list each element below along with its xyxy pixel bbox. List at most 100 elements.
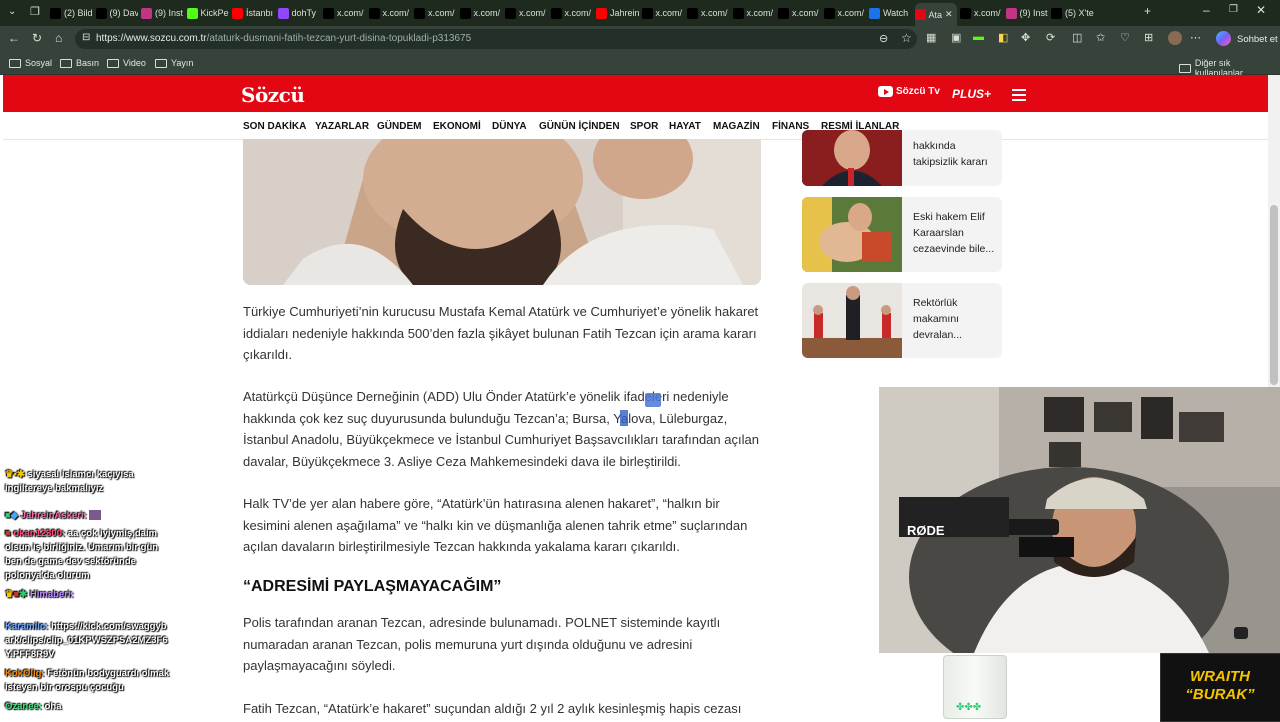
collections-icon[interactable]: ⊞ (1144, 31, 1153, 44)
profile-avatar[interactable] (1168, 31, 1182, 45)
instagram-icon (1005, 7, 1017, 19)
chat-message: Ozanee: oha (5, 700, 62, 714)
desk-cup: ✤✤✤ (943, 655, 1007, 719)
chat-message: Karamilc: https://kick.com/swaggybark/cl… (5, 620, 170, 662)
browser-tab[interactable]: x.com/ (550, 3, 594, 23)
browser-tab[interactable]: (9) Inst (141, 3, 184, 23)
extension-icon[interactable]: ▣ (951, 31, 961, 44)
youtube-icon (596, 7, 607, 19)
nav-item[interactable]: DÜNYA (492, 121, 527, 132)
extension-icon[interactable]: ▬ (973, 31, 984, 43)
browser-essentials-icon[interactable]: ♡ (1120, 31, 1130, 44)
tab-label: (9) Inst (155, 8, 184, 18)
extensions-puzzle-icon[interactable]: ⟳ (1046, 31, 1055, 44)
browser-tab[interactable]: (5) X'te (1051, 3, 1094, 23)
tab-label: Watch (883, 8, 909, 18)
related-news-card[interactable]: Rektörlük makamını devralan... (802, 283, 1002, 358)
extension-icon[interactable]: ✥ (1021, 31, 1030, 44)
article-paragraph: Atatürkçü Düşünce Derneğinin (ADD) Ulu Ö… (243, 389, 759, 469)
browser-tab[interactable]: x.com/ (414, 3, 457, 23)
folder-icon (155, 58, 167, 68)
related-news-card[interactable]: hakkında takipsizlik kararı (802, 130, 1002, 186)
browser-tab[interactable]: dohTy (277, 3, 321, 23)
tab-label: (9) Inst (1019, 8, 1048, 18)
browser-tab[interactable]: (9) Dav (95, 3, 138, 23)
tab-label: Ata (928, 9, 943, 20)
browser-tab[interactable]: x.com/ (823, 3, 867, 23)
reload-icon[interactable]: ↻ (32, 31, 42, 45)
favorite-star-icon[interactable]: ☆ (901, 31, 912, 45)
chat-username: KokOlig: (5, 668, 45, 679)
favorites-icon[interactable]: ✩ (1096, 31, 1105, 44)
browser-tab[interactable]: x.com/ (687, 3, 730, 23)
hamburger-menu-icon[interactable] (1012, 89, 1026, 104)
folder-icon (60, 58, 72, 68)
browser-tab[interactable]: Ata ✕ (914, 3, 957, 26)
twitch-icon (277, 7, 289, 19)
zoom-icon[interactable]: ⊖ (879, 32, 888, 45)
browser-tab[interactable]: Watch (869, 3, 912, 23)
workspaces-icon[interactable]: ❐ (30, 5, 40, 18)
browser-tab[interactable]: Jahrein (596, 3, 639, 23)
minimize-icon[interactable]: – (1203, 3, 1210, 17)
plus-link[interactable]: PLUS+ (952, 87, 991, 101)
browser-tab[interactable]: x.com/ (505, 3, 548, 23)
article-paragraph: Fatih Tezcan, “Atatürk’e hakaret” suçund… (243, 701, 742, 716)
brand-line-2: “BURAK” (1185, 686, 1255, 703)
browser-tab[interactable]: KickPe (186, 3, 230, 23)
nav-item[interactable]: YAZARLAR (315, 121, 369, 132)
close-window-icon[interactable]: ✕ (1256, 3, 1266, 17)
x-icon (1051, 7, 1062, 19)
nav-item[interactable]: MAGAZİN (713, 121, 760, 132)
browser-tab[interactable]: (9) Inst (1005, 3, 1049, 23)
news-title: hakkında takipsizlik kararı (913, 140, 988, 168)
extension-icon[interactable]: ◧ (998, 31, 1008, 44)
tab-search-chevron-icon[interactable]: ⌄ (8, 6, 16, 17)
bookmark-video[interactable]: Video (107, 58, 146, 68)
browser-tab[interactable]: (2) Bildi (50, 3, 93, 23)
chat-username: Himaberi: (29, 589, 74, 600)
nav-item[interactable]: GÜNDEM (377, 121, 421, 132)
back-icon[interactable]: ← (8, 31, 20, 45)
browser-tab[interactable]: x.com/ (641, 3, 685, 23)
more-menu-icon[interactable]: ⋯ (1190, 31, 1201, 44)
x-icon (960, 7, 971, 19)
extension-icon[interactable]: ▦ (926, 31, 936, 44)
nav-item[interactable]: SON DAKİKA (243, 121, 306, 132)
nav-item[interactable]: HAYAT (669, 121, 701, 132)
home-icon[interactable]: ⌂ (55, 31, 62, 45)
browser-tab[interactable]: x.com/ (323, 3, 366, 23)
browser-tab[interactable]: x.com/ (778, 3, 821, 23)
nav-item[interactable]: SPOR (630, 121, 658, 132)
split-screen-icon[interactable]: ◫ (1072, 31, 1082, 44)
copilot-icon[interactable] (1216, 31, 1231, 46)
new-tab-icon[interactable]: + (1144, 4, 1151, 18)
bookmark-label: Yayın (171, 58, 194, 68)
close-tab-icon[interactable]: ✕ (945, 9, 953, 20)
browser-tab[interactable]: İstanbı (232, 3, 275, 23)
x-icon (550, 7, 562, 19)
browser-tab[interactable]: x.com/ (732, 3, 776, 23)
tab-label: x.com/ (746, 8, 774, 18)
chat-text: oha (44, 701, 62, 712)
related-news-card[interactable]: Eski hakem Elif Karaarslan cezaevinde bi… (802, 197, 1002, 272)
copilot-chat-button[interactable]: Sohbet et (1237, 34, 1278, 45)
sozcu-tv-link[interactable]: Sözcü Tv (878, 86, 940, 97)
bookmark-sosyal[interactable]: Sosyal (9, 58, 52, 68)
bookmark-basin[interactable]: Basın (60, 58, 99, 68)
site-info-icon[interactable]: ⊟ (82, 32, 90, 43)
scrollbar-thumb[interactable] (1270, 205, 1278, 385)
article-paragraph: Polis tarafından aranan Tezcan, adresind… (243, 615, 721, 673)
maximize-icon[interactable]: ❐ (1229, 4, 1238, 15)
tab-label: x.com/ (564, 8, 592, 18)
nav-item[interactable]: EKONOMİ (433, 121, 481, 132)
tab-label: x.com/ (428, 8, 455, 18)
browser-tab[interactable]: x.com/ (960, 3, 1003, 23)
chat-username: Karamilc: (5, 621, 49, 632)
browser-tab[interactable]: x.com/ (459, 3, 503, 23)
browser-tab[interactable]: x.com/ (368, 3, 412, 23)
bookmark-yayin[interactable]: Yayın (155, 58, 193, 68)
tab-label: x.com/ (382, 8, 410, 18)
nav-item[interactable]: GÜNÜN İÇİNDEN (539, 121, 620, 132)
site-logo[interactable]: Sözcü (241, 83, 305, 107)
